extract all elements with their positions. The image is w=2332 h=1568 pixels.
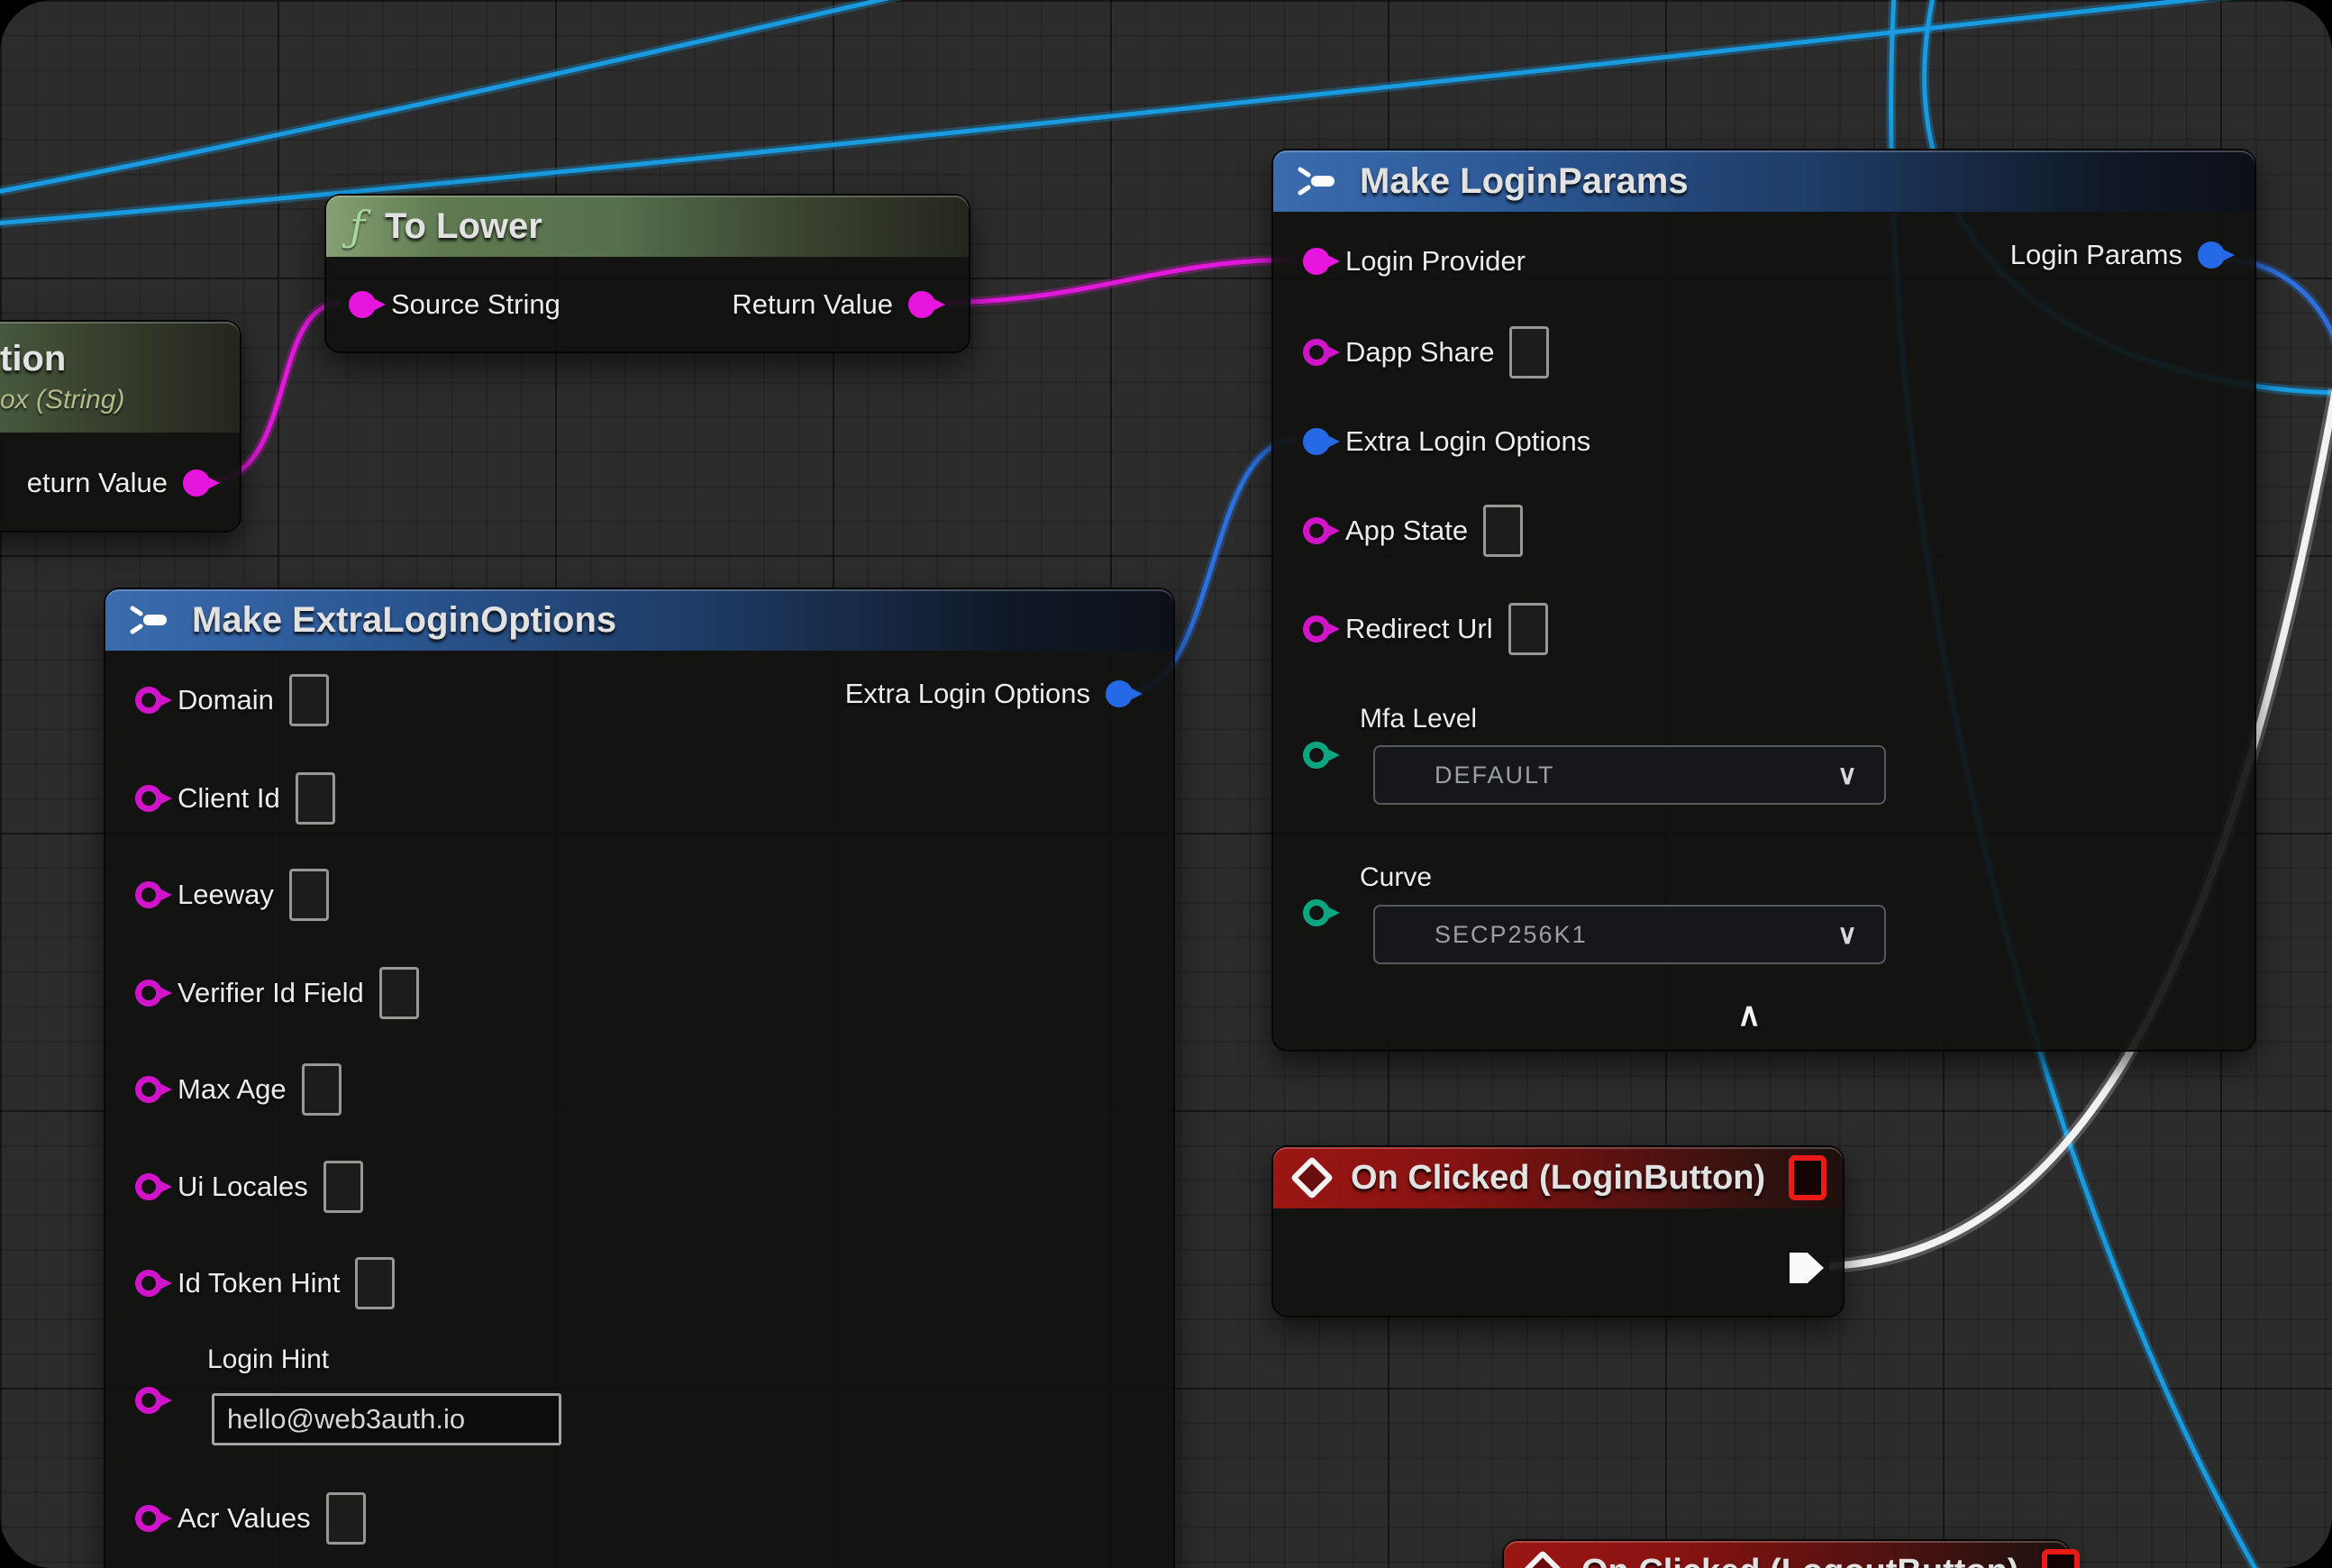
pin-label: Leeway xyxy=(178,879,274,911)
pin-client-id[interactable] xyxy=(135,785,162,812)
node-header[interactable]: On Clicked (LogoutButton) xyxy=(1504,1541,2069,1568)
mfa-level-dropdown[interactable]: DEFAULT ∨ xyxy=(1373,745,1886,805)
chevron-down-icon: ∨ xyxy=(1837,919,1857,951)
node-title: Make ExtraLoginOptions xyxy=(192,600,616,641)
make-struct-icon xyxy=(129,606,172,634)
pin-app-state[interactable] xyxy=(1303,517,1330,544)
node-on-clicked-logout-button[interactable]: On Clicked (LogoutButton) xyxy=(1502,1539,2071,1568)
node-header[interactable]: ƒ To Lower xyxy=(326,196,969,257)
node-header[interactable]: Make LoginParams xyxy=(1273,150,2255,212)
leeway-value-field[interactable] xyxy=(289,869,329,921)
pin-label: Ui Locales xyxy=(178,1171,308,1203)
pin-label: Client Id xyxy=(178,782,280,815)
dapp-share-value-field[interactable] xyxy=(1509,326,1549,378)
node-title: On Clicked (LoginButton) xyxy=(1351,1159,1765,1198)
pin-login-provider[interactable] xyxy=(1303,248,1330,275)
node-title: To Lower xyxy=(385,206,542,247)
node-on-clicked-login-button[interactable]: On Clicked (LoginButton) xyxy=(1271,1145,1845,1317)
login-hint-label: Login Hint xyxy=(207,1345,329,1375)
redirect-url-value-field[interactable] xyxy=(1508,603,1548,655)
max-age-value-field[interactable] xyxy=(302,1063,342,1116)
pin-label: Redirect Url xyxy=(1345,613,1493,645)
pin-label: Acr Values xyxy=(178,1502,311,1535)
node-subtitle-fragment: ox (String) xyxy=(0,385,124,415)
pin-extra-login-options-out[interactable] xyxy=(1106,680,1133,707)
pin-source-string[interactable] xyxy=(349,291,376,318)
pin-label: Extra Login Options xyxy=(1345,425,1590,458)
pin-curve[interactable] xyxy=(1303,899,1330,926)
node-title: On Clicked (LogoutButton) xyxy=(1581,1553,2018,1568)
ui-locales-value-field[interactable] xyxy=(323,1161,363,1213)
acr-values-value-field[interactable] xyxy=(326,1492,366,1545)
pin-label: App State xyxy=(1345,515,1468,547)
pin-max-age[interactable] xyxy=(135,1076,162,1103)
exec-output-pin[interactable] xyxy=(1790,1253,1824,1283)
delegate-box-icon[interactable] xyxy=(1789,1155,1826,1200)
wire-blue-topleft-steep[interactable] xyxy=(0,0,978,196)
pin-verifier-id-field[interactable] xyxy=(135,980,162,1007)
pin-label: Max Age xyxy=(178,1073,287,1106)
event-diamond-icon xyxy=(1521,1550,1564,1568)
node-header[interactable]: On Clicked (LoginButton) xyxy=(1273,1147,1843,1208)
curve-value: SECP256K1 xyxy=(1435,921,1588,949)
pin-label: Source String xyxy=(391,288,560,321)
node-title: Make LoginParams xyxy=(1360,161,1689,202)
pin-mfa-level[interactable] xyxy=(1303,742,1330,769)
pin-login-hint[interactable] xyxy=(135,1387,162,1414)
pin-label: Dapp Share xyxy=(1345,336,1494,369)
pin-domain[interactable] xyxy=(135,687,162,714)
id-token-hint-value-field[interactable] xyxy=(355,1257,395,1309)
function-f-icon: ƒ xyxy=(350,205,365,247)
pin-acr-values[interactable] xyxy=(135,1505,162,1532)
event-diamond-icon xyxy=(1290,1156,1334,1199)
login-hint-input[interactable]: hello@web3auth.io xyxy=(212,1393,561,1445)
mfa-level-label: Mfa Level xyxy=(1360,704,1477,734)
pin-redirect-url[interactable] xyxy=(1303,615,1330,643)
delegate-box-icon[interactable] xyxy=(2042,1549,2080,1568)
pin-label: Login Provider xyxy=(1345,245,1526,278)
node-to-lower[interactable]: ƒ To Lower Source String Return Value xyxy=(324,194,970,353)
pin-label: Id Token Hint xyxy=(178,1267,340,1299)
pin-label: eturn Value xyxy=(27,467,168,499)
chevron-down-icon: ∨ xyxy=(1837,760,1857,791)
node-make-extra-login-options[interactable]: Make ExtraLoginOptions Extra Login Optio… xyxy=(104,588,1175,1568)
pin-ui-locales[interactable] xyxy=(135,1173,162,1200)
node-header[interactable]: Make ExtraLoginOptions xyxy=(105,589,1173,651)
pin-label: Login Params xyxy=(2010,239,2182,271)
pin-label: Verifier Id Field xyxy=(178,977,364,1009)
node-make-login-params[interactable]: Make LoginParams Login Params Login Prov… xyxy=(1271,149,2256,1052)
client-id-value-field[interactable] xyxy=(296,772,335,825)
pin-return-value[interactable] xyxy=(908,291,935,318)
make-struct-icon xyxy=(1297,167,1340,196)
collapse-node-button[interactable]: ∧ xyxy=(1737,996,1761,1034)
domain-value-field[interactable] xyxy=(289,674,329,726)
node-header[interactable]: tion ox (String) xyxy=(0,322,240,433)
pin-extra-login-options-in[interactable] xyxy=(1303,428,1330,455)
node-get-text-partial[interactable]: tion ox (String) eturn Value xyxy=(0,320,241,533)
blueprint-canvas[interactable]: tion ox (String) eturn Value ƒ To Lower … xyxy=(0,0,2332,1568)
node-title-fragment: tion xyxy=(0,339,66,379)
mfa-level-value: DEFAULT xyxy=(1435,761,1555,789)
verifier-id-value-field[interactable] xyxy=(379,967,419,1019)
curve-dropdown[interactable]: SECP256K1 ∨ xyxy=(1373,905,1886,964)
pin-label: Extra Login Options xyxy=(845,678,1090,710)
pin-leeway[interactable] xyxy=(135,881,162,908)
curve-label: Curve xyxy=(1360,862,1432,893)
pin-return-value-out[interactable] xyxy=(183,469,210,497)
pin-label: Domain xyxy=(178,684,274,716)
pin-id-token-hint[interactable] xyxy=(135,1270,162,1297)
pin-login-params-out[interactable] xyxy=(2198,242,2225,269)
pin-dapp-share[interactable] xyxy=(1303,339,1330,366)
app-state-value-field[interactable] xyxy=(1483,505,1523,557)
pin-label: Return Value xyxy=(732,288,893,321)
